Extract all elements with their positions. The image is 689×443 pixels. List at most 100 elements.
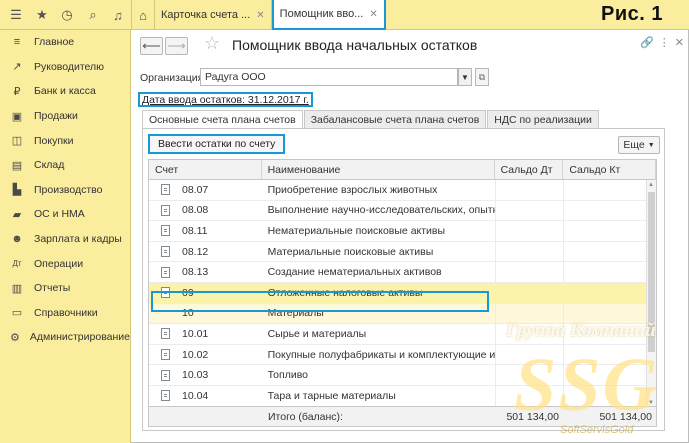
sidebar-item-main[interactable]: ≡ Главное (0, 30, 130, 55)
account-code: 10.01 (182, 327, 209, 340)
sidebar-item-admin[interactable]: ⚙ Администрирование (0, 325, 130, 350)
table-row[interactable]: 08.11 Нематериальные поисковые активы (149, 221, 656, 242)
warehouse-icon: ▤ (11, 159, 23, 172)
more-button[interactable]: Еще ▼ (618, 136, 660, 154)
credit-cell[interactable] (563, 262, 656, 282)
credit-cell[interactable] (563, 200, 656, 221)
dropdown-button[interactable]: ▼ (458, 68, 472, 86)
close-icon[interactable]: ✕ (675, 36, 684, 49)
figure-caption: Рис. 1 (601, 3, 663, 25)
sidebar-item-fixed-assets[interactable]: ▰ ОС и НМА (0, 202, 130, 227)
vertical-scrollbar[interactable]: ▲ ▼ (646, 180, 656, 408)
sidebar-item-purchases[interactable]: ◫ Покупки (0, 128, 130, 153)
table-row[interactable]: 10.03 Топливо (149, 365, 656, 386)
debit-cell[interactable] (494, 344, 564, 365)
table-row[interactable]: 08.07 Приобретение взрослых животных (149, 180, 656, 201)
star-icon[interactable]: ★ (32, 5, 52, 25)
credit-cell[interactable] (563, 282, 656, 303)
debit-cell[interactable] (494, 180, 564, 200)
tab-main-accounts[interactable]: Основные счета плана счетов (142, 110, 303, 129)
tab-label: Карточка счета ... (161, 9, 251, 21)
menu-icon[interactable]: ☰ (6, 5, 26, 25)
credit-cell[interactable] (563, 180, 656, 200)
sidebar-item-sales[interactable]: ▣ Продажи (0, 104, 130, 129)
header-debit[interactable]: Сальдо Дт (495, 160, 564, 179)
people-icon: ☻ (11, 233, 23, 246)
account-code: 10.03 (182, 369, 209, 382)
table-row[interactable]: 08.08 Выполнение научно-исследовательских… (149, 200, 656, 222)
account-code: 10.02 (182, 348, 209, 361)
credit-cell[interactable] (563, 303, 656, 324)
table-row[interactable]: 10.02 Покупные полуфабрикаты и комплектую… (149, 344, 656, 366)
credit-cell[interactable] (563, 324, 656, 344)
back-button[interactable]: ⟵ (140, 37, 163, 55)
book-icon: ▭ (11, 307, 23, 320)
chevron-down-icon: ▼ (647, 141, 655, 149)
header-credit[interactable]: Сальдо Кт (563, 160, 656, 179)
history-icon[interactable]: ◷ (57, 5, 77, 25)
tab-offbalance-accounts[interactable]: Забалансовые счета плана счетов (303, 110, 487, 129)
search-icon[interactable]: ⌕ (83, 5, 103, 25)
sidebar-item-label: ОС и НМА (34, 208, 85, 221)
sidebar-item-manager[interactable]: ↗ Руководителю (0, 55, 130, 80)
sidebar-item-warehouse[interactable]: ▤ Склад (0, 153, 130, 178)
sidebar-item-reports[interactable]: ▥ Отчеты (0, 276, 130, 301)
header-name[interactable]: Наименование (262, 160, 495, 179)
open-icon: ⧉ (478, 71, 486, 82)
sidebar-item-production[interactable]: ▙ Производство (0, 178, 130, 203)
favorite-star-icon[interactable]: ☆ (204, 33, 220, 54)
balance-date-link[interactable]: Дата ввода остатков: 31.12.2017 г. (138, 92, 313, 107)
organization-field[interactable]: Радуга ООО (200, 68, 458, 86)
account-icon (161, 266, 170, 278)
sidebar-item-salary[interactable]: ☻ Зарплата и кадры (0, 227, 130, 252)
scroll-thumb[interactable] (648, 192, 655, 352)
debit-cell[interactable] (494, 241, 564, 262)
table-row[interactable]: 08.12 Материальные поисковые активы (149, 241, 656, 263)
tab-account-card[interactable]: Карточка счета ... ✕ (155, 0, 272, 30)
account-code: 10.04 (182, 389, 209, 402)
debit-cell[interactable] (494, 262, 564, 282)
sidebar-item-label: Операции (34, 257, 84, 270)
account-name: Нематериальные поисковые активы (267, 224, 446, 237)
footer-label: Итого (баланс): (268, 410, 343, 423)
credit-cell[interactable] (563, 385, 656, 406)
debit-cell[interactable] (494, 303, 564, 324)
table-row[interactable]: 10.04 Тара и тарные материалы (149, 385, 656, 407)
debit-cell[interactable] (494, 385, 564, 406)
home-icon[interactable]: ⌂ (131, 0, 155, 30)
credit-cell[interactable] (563, 241, 656, 262)
close-icon[interactable]: ✕ (256, 10, 264, 21)
tab-vat-sales[interactable]: НДС по реализации (487, 110, 599, 129)
credit-cell[interactable] (563, 344, 656, 365)
sidebar-item-catalogs[interactable]: ▭ Справочники (0, 301, 130, 326)
sidebar-item-bank[interactable]: ₽ Банк и касса (0, 79, 130, 104)
credit-cell[interactable] (563, 221, 656, 241)
debit-cell[interactable] (494, 200, 564, 221)
debit-cell[interactable] (494, 221, 564, 241)
close-icon[interactable]: ✕ (369, 9, 377, 20)
bell-icon[interactable]: ♫ (108, 5, 128, 25)
account-name: Топливо (267, 369, 309, 382)
sidebar-item-label: Руководителю (34, 60, 105, 73)
more-vertical-icon[interactable]: ⋮ (659, 36, 670, 49)
open-org-button[interactable]: ⧉ (475, 68, 489, 86)
tab-opening-balances-assistant[interactable]: Помощник вво... ✕ (271, 0, 386, 30)
debit-credit-icon: Дт (12, 259, 22, 269)
account-code: 08.08 (182, 204, 209, 217)
table-row[interactable]: 08.13 Создание нематериальных активов (149, 262, 656, 283)
debit-cell[interactable] (494, 365, 564, 385)
account-icon (161, 369, 170, 381)
chevron-down-icon: ▼ (461, 72, 469, 82)
credit-cell[interactable] (563, 365, 656, 385)
factory-icon: ▙ (12, 184, 22, 197)
scroll-up-icon[interactable]: ▲ (648, 182, 654, 188)
table-row[interactable]: 10.01 Сырье и материалы (149, 324, 656, 345)
link-icon[interactable]: 🔗 (640, 36, 654, 49)
header-account[interactable]: Счет (149, 160, 262, 179)
debit-cell[interactable] (494, 324, 564, 344)
sidebar-item-operations[interactable]: Дт Операции (0, 251, 130, 276)
forward-button[interactable]: ⟶ (165, 37, 188, 55)
debit-cell[interactable] (494, 282, 564, 303)
account-name: Выполнение научно-исследовательских, опы… (267, 204, 495, 217)
enter-balances-button[interactable]: Ввести остатки по счету (148, 134, 286, 154)
